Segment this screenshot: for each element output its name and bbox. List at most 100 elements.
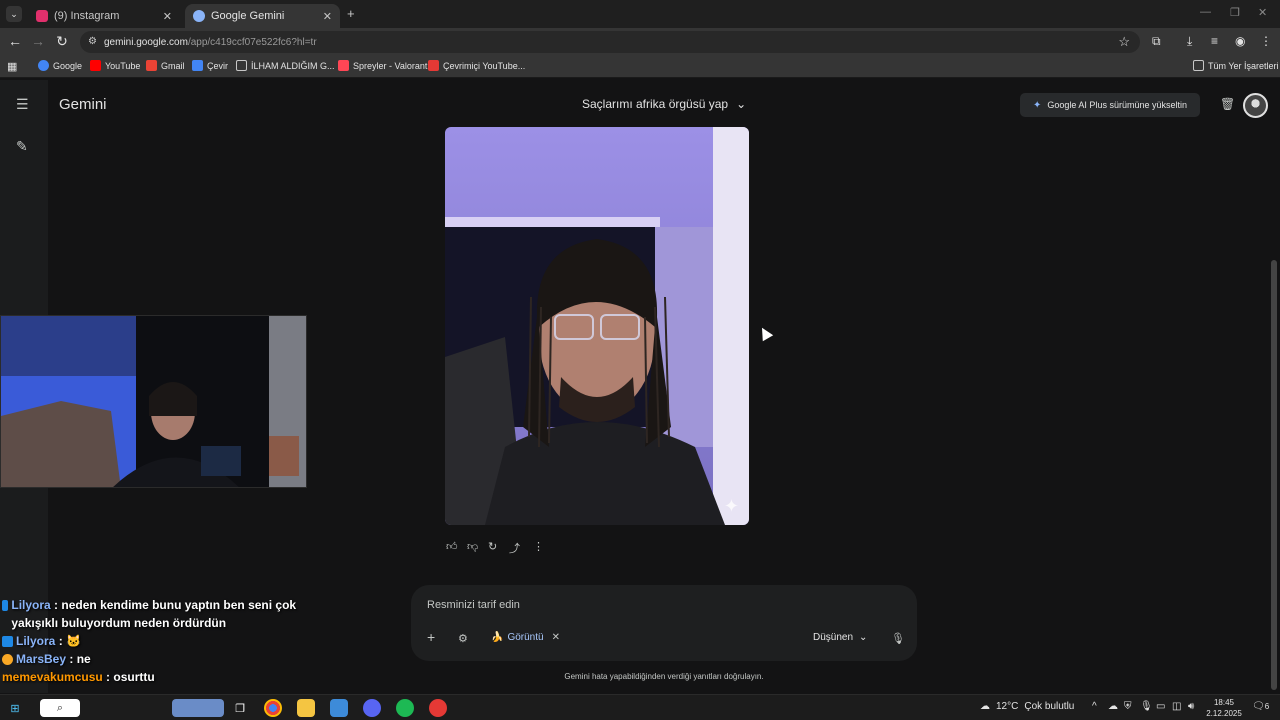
- upgrade-button[interactable]: ✦ Google AI Plus sürümüne yükseltin: [1020, 93, 1200, 117]
- network-icon[interactable]: ◫: [1172, 701, 1181, 712]
- start-icon[interactable]: ⊞: [6, 699, 24, 717]
- browser-toolbar: ← → ↻ ⚙ gemini.google.com/app/c419ccf07e…: [0, 28, 1280, 56]
- more-options-icon[interactable]: ⋮: [533, 540, 544, 553]
- chevron-down-icon: ⌄: [859, 632, 868, 643]
- chat-message: memevakumcusu : osurttu: [2, 670, 155, 684]
- shield-icon[interactable]: ⛨: [1124, 701, 1132, 712]
- forward-icon[interactable]: →: [29, 33, 47, 49]
- new-chat-icon[interactable]: ✎: [16, 138, 28, 155]
- site-info-icon[interactable]: ⚙: [88, 36, 97, 47]
- bookmark-translate[interactable]: Çevir: [192, 60, 228, 71]
- widget-thumbnail-icon[interactable]: [172, 699, 224, 717]
- spotify-icon[interactable]: [396, 699, 414, 717]
- profile-icon[interactable]: ◉: [1235, 34, 1245, 48]
- tab-instagram[interactable]: (9) Instagram ✕: [28, 4, 180, 28]
- converter-icon: [428, 60, 439, 71]
- obs-icon[interactable]: [429, 699, 447, 717]
- gemini-icon: [193, 10, 205, 22]
- tab-strip: ⌄ (9) Instagram ✕ Google Gemini ✕ + — ❐ …: [0, 0, 1280, 28]
- cloud-sync-icon[interactable]: ☁: [1108, 701, 1118, 712]
- microphone-icon[interactable]: 🎙︎: [891, 632, 905, 645]
- portrait-illustration: [445, 127, 749, 525]
- new-tab-button[interactable]: +: [347, 6, 355, 21]
- close-icon[interactable]: ✕: [552, 632, 560, 643]
- sparkle-watermark-icon: ✦: [723, 496, 739, 516]
- search-icon[interactable]: ⌕: [40, 699, 80, 717]
- url-path: /app/c419ccf07e522fc6?hl=tr: [187, 36, 317, 48]
- close-icon[interactable]: ✕: [323, 10, 332, 23]
- file-explorer-icon[interactable]: [297, 699, 315, 717]
- upgrade-label: Google AI Plus sürümüne yükseltin: [1047, 100, 1187, 110]
- apps-icon[interactable]: ▦: [7, 60, 17, 73]
- avatar[interactable]: [1243, 93, 1268, 118]
- mic-tray-icon[interactable]: 🎙︎: [1140, 701, 1153, 712]
- volume-icon[interactable]: 🔊︎: [1188, 701, 1194, 712]
- valorant-icon: [338, 60, 349, 71]
- webcam-illustration: [1, 316, 306, 487]
- menu-hamburger-icon[interactable]: ☰: [16, 96, 29, 113]
- generated-image[interactable]: ✦: [445, 127, 749, 525]
- url-host: gemini.google.com: [104, 36, 188, 48]
- close-window-button[interactable]: ✕: [1258, 6, 1267, 19]
- media-control-icon[interactable]: ≡: [1211, 34, 1218, 48]
- close-icon[interactable]: ✕: [163, 10, 172, 23]
- restore-button[interactable]: ❐: [1230, 6, 1240, 19]
- clock-time: 18:45: [1213, 698, 1235, 707]
- chevron-down-icon: ⌄: [736, 97, 747, 111]
- scrollbar[interactable]: [1271, 260, 1277, 690]
- tab-gemini[interactable]: Google Gemini ✕: [185, 4, 340, 28]
- all-bookmarks[interactable]: Tüm Yer İşaretleri: [1193, 60, 1279, 71]
- downloads-icon[interactable]: ⤓: [1187, 34, 1192, 49]
- chat-message: Lilyora : neden kendime bunu yaptın ben …: [2, 596, 302, 632]
- chrome-icon[interactable]: [264, 699, 282, 717]
- display-icon[interactable]: ▭: [1156, 701, 1165, 712]
- webcam-overlay: [0, 315, 307, 488]
- bookmark-converter[interactable]: Çevrimiçi YouTube...: [428, 60, 525, 71]
- bookmark-folder[interactable]: İLHAM ALDIĞIM G...: [236, 60, 335, 71]
- discord-icon[interactable]: [363, 699, 381, 717]
- delete-chat-icon[interactable]: 🗑: [1220, 97, 1235, 111]
- app-icon[interactable]: [330, 699, 348, 717]
- mode-label: Düşünen: [813, 632, 854, 643]
- cloud-icon: ☁: [980, 701, 990, 712]
- bookmark-google[interactable]: Google: [38, 60, 82, 71]
- notifications-icon[interactable]: 🗨︎6: [1252, 701, 1269, 712]
- prompt-input[interactable]: [427, 599, 887, 611]
- task-view-icon[interactable]: ❐: [231, 699, 249, 717]
- address-bar[interactable]: ⚙ gemini.google.com/app/c419ccf07e522fc6…: [80, 31, 1140, 53]
- back-icon[interactable]: ←: [6, 33, 24, 49]
- clock[interactable]: 18:45 2.12.2025: [1202, 697, 1246, 719]
- bookmark-valorant[interactable]: Spreyler - Valorant: [338, 60, 427, 71]
- tools-icon[interactable]: ⚙: [458, 632, 468, 645]
- google-icon: [38, 60, 49, 71]
- thumbs-down-icon[interactable]: 👎︎: [467, 540, 478, 553]
- chat-title-dropdown[interactable]: Saçlarımı afrika örgüsü yap ⌄: [582, 97, 746, 111]
- menu-icon[interactable]: ⋮: [1260, 34, 1272, 48]
- share-icon[interactable]: ⤴: [509, 540, 520, 556]
- chevron-up-icon[interactable]: ^: [1092, 701, 1097, 712]
- minimize-button[interactable]: —: [1200, 6, 1211, 18]
- add-icon[interactable]: +: [427, 629, 435, 645]
- reload-icon[interactable]: ↻: [53, 33, 71, 50]
- bookmark-gmail[interactable]: Gmail: [146, 60, 185, 71]
- image-tool-chip[interactable]: 🍌 Görüntü ✕: [491, 632, 560, 643]
- bookmarks-bar: ▦ Google YouTube Gmail Çevir İLHAM ALDIĞ…: [0, 56, 1280, 78]
- banana-icon: 🍌: [491, 632, 504, 643]
- brand-title: Gemini: [59, 96, 107, 113]
- regenerate-icon[interactable]: ↻: [488, 540, 497, 553]
- bookmark-youtube[interactable]: YouTube: [90, 60, 140, 71]
- bookmark-star-icon[interactable]: ☆: [1118, 34, 1130, 50]
- weather-widget[interactable]: ☁ 12°C Çok bulutlu: [980, 701, 1074, 712]
- thumbs-up-icon[interactable]: 👍︎: [446, 540, 458, 553]
- chat-message: MarsBey : ne: [2, 650, 302, 668]
- warning-badge-icon: [2, 654, 13, 665]
- youtube-icon: [90, 60, 101, 71]
- sparkle-icon: ✦: [1033, 99, 1042, 111]
- mode-selector[interactable]: Düşünen ⌄: [813, 632, 867, 643]
- folder-icon: [1193, 60, 1204, 71]
- extensions-icon[interactable]: ⧉: [1152, 34, 1161, 49]
- tab-search-button[interactable]: ⌄: [6, 6, 22, 22]
- clock-date: 2.12.2025: [1206, 709, 1242, 718]
- gmail-icon: [146, 60, 157, 71]
- subscriber-badge-icon: [2, 600, 9, 611]
